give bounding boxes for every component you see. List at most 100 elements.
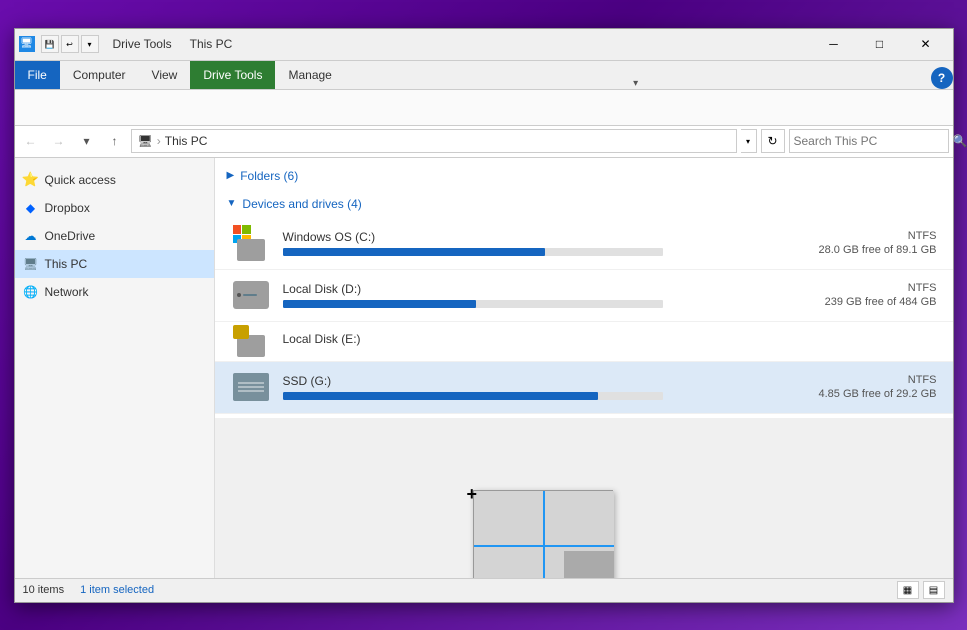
search-box[interactable]: 🔍: [789, 129, 949, 153]
tab-manage[interactable]: Manage: [275, 61, 344, 89]
drive-info-e: Local Disk (E:): [283, 332, 937, 350]
sidebar-item-dropbox[interactable]: ◆ Dropbox: [15, 194, 214, 222]
d-drive-visual: [233, 281, 269, 309]
tab-computer[interactable]: Computer: [60, 61, 139, 89]
tab-file[interactable]: File: [15, 61, 60, 89]
ribbon: File Computer View Drive Tools Manage ▾ …: [15, 61, 953, 126]
view-icons: ▦ ▤: [897, 581, 945, 599]
drive-name-d: Local Disk (D:): [283, 282, 775, 296]
recent-locations-button[interactable]: ▾: [75, 129, 99, 153]
drive-item-d[interactable]: Local Disk (D:) NTFS 239 GB free of 484 …: [215, 270, 953, 322]
sidebar: ⭐ Quick access ◆ Dropbox ☁ OneDrive 🖥 Th…: [15, 158, 215, 578]
refresh-button[interactable]: ↻: [761, 129, 785, 153]
address-bar: ← → ▾ ↑ 🖥 › This PC ▾ ↻ 🔍: [15, 126, 953, 158]
sidebar-label-dropbox: Dropbox: [45, 201, 90, 215]
qa-undo-btn[interactable]: ↩: [61, 35, 79, 53]
progress-bg-c: [283, 248, 663, 256]
ssd-line-3: [238, 390, 264, 392]
onedrive-icon: ☁: [23, 228, 39, 244]
drive-space-d: 239 GB free of 484 GB: [787, 296, 937, 308]
c-hdd-shape: [237, 239, 265, 261]
drive-item-e[interactable]: Local Disk (E:): [215, 322, 953, 362]
address-dropdown[interactable]: ▾: [741, 129, 757, 153]
view-tiles-button[interactable]: ▦: [897, 581, 919, 599]
folders-chevron: ▶: [227, 170, 235, 181]
selected-count: 1 item selected: [80, 584, 154, 596]
win-quad-1: [233, 225, 242, 234]
preview-image: [474, 491, 614, 578]
drive-icon-g: [231, 367, 271, 407]
back-button[interactable]: ←: [19, 129, 43, 153]
title-bar-left: 🖥 💾 ↩ ▾ Drive Tools This PC: [19, 35, 811, 53]
sidebar-label-quick-access: Quick access: [45, 173, 116, 187]
progress-bg-d: [283, 300, 663, 308]
d-hdd-dot: [237, 293, 241, 297]
path-pc-icon: 🖥: [138, 134, 153, 148]
progress-fill-d: [283, 300, 477, 308]
drive-info-c: Windows OS (C:): [283, 230, 775, 256]
address-path[interactable]: 🖥 › This PC: [131, 129, 737, 153]
ssd-line-2: [238, 386, 264, 388]
tab-view[interactable]: View: [139, 61, 191, 89]
forward-button[interactable]: →: [47, 129, 71, 153]
sidebar-label-this-pc: This PC: [45, 257, 88, 271]
items-count: 10 items: [23, 584, 65, 596]
preview-dark-region: [564, 551, 614, 578]
qa-dropdown-btn[interactable]: ▾: [81, 35, 99, 53]
qa-save-btn[interactable]: 💾: [41, 35, 59, 53]
folders-section-header[interactable]: ▶ Folders (6): [215, 162, 953, 190]
drive-icon-e: [231, 321, 271, 361]
minimize-button[interactable]: ─: [811, 28, 857, 60]
drive-meta-c: NTFS 28.0 GB free of 89.1 GB: [787, 230, 937, 256]
drive-info-d: Local Disk (D:): [283, 282, 775, 308]
pc-icon: 🖥: [23, 256, 39, 272]
main-content: ⭐ Quick access ◆ Dropbox ☁ OneDrive 🖥 Th…: [15, 158, 953, 578]
close-button[interactable]: ✕: [903, 28, 949, 60]
ribbon-tabs: File Computer View Drive Tools Manage ▾ …: [15, 61, 953, 89]
title-bar: 🖥 💾 ↩ ▾ Drive Tools This PC ─ □ ✕: [15, 29, 953, 61]
sidebar-item-quick-access[interactable]: ⭐ Quick access: [15, 166, 214, 194]
quick-access-bar: 💾 ↩ ▾: [41, 35, 99, 53]
view-list-button[interactable]: ▤: [923, 581, 945, 599]
drive-name-e: Local Disk (E:): [283, 332, 937, 346]
search-input[interactable]: [794, 134, 949, 148]
devices-section-header[interactable]: ▼ Devices and drives (4): [215, 190, 953, 218]
file-pane-wrapper: ▶ Folders (6) ▼ Devices and drives (4): [215, 158, 953, 578]
up-button[interactable]: ↑: [103, 129, 127, 153]
drive-space-g: 4.85 GB free of 29.2 GB: [787, 388, 937, 400]
drive-item-c[interactable]: Windows OS (C:) NTFS 28.0 GB free of 89.…: [215, 218, 953, 270]
sidebar-label-network: Network: [45, 285, 89, 299]
maximize-button[interactable]: □: [857, 28, 903, 60]
drive-meta-d: NTFS 239 GB free of 484 GB: [787, 282, 937, 308]
progress-bg-g: [283, 392, 663, 400]
dropbox-icon: ◆: [23, 200, 39, 216]
drive-fs-d: NTFS: [787, 282, 937, 294]
preview-cross-vertical: [543, 491, 545, 578]
drive-info-g: SSD (G:): [283, 374, 775, 400]
sidebar-item-onedrive[interactable]: ☁ OneDrive: [15, 222, 214, 250]
folders-label: Folders (6): [240, 169, 298, 183]
drive-fs-g: NTFS: [787, 374, 937, 386]
progress-fill-g: [283, 392, 598, 400]
drive-item-g[interactable]: SSD (G:) NTFS 4.85 GB free of 29.2 GB: [215, 362, 953, 414]
ssd-visual: [233, 373, 269, 401]
window-icon: 🖥: [19, 36, 35, 52]
sidebar-item-this-pc[interactable]: 🖥 This PC: [15, 250, 214, 278]
drive-icon-d: [231, 275, 271, 315]
devices-label: Devices and drives (4): [242, 197, 361, 211]
network-icon: 🌐: [23, 284, 39, 300]
win-quad-2: [242, 225, 251, 234]
windows-drive-visual: [233, 225, 269, 261]
title-bar-right: ─ □ ✕: [811, 28, 949, 60]
e-hdd-gold: [233, 325, 249, 339]
drive-tools-label: Drive Tools: [113, 37, 172, 51]
drive-fs-c: NTFS: [787, 230, 937, 242]
tab-drive-tools[interactable]: Drive Tools: [190, 61, 275, 89]
window-title: This PC: [190, 37, 233, 51]
sidebar-item-network[interactable]: 🌐 Network: [15, 278, 214, 306]
help-button[interactable]: ?: [931, 67, 953, 89]
star-icon: ⭐: [23, 172, 39, 188]
sidebar-label-onedrive: OneDrive: [45, 229, 96, 243]
ribbon-chevron[interactable]: ▾: [633, 78, 638, 89]
ribbon-bar: [15, 89, 953, 125]
